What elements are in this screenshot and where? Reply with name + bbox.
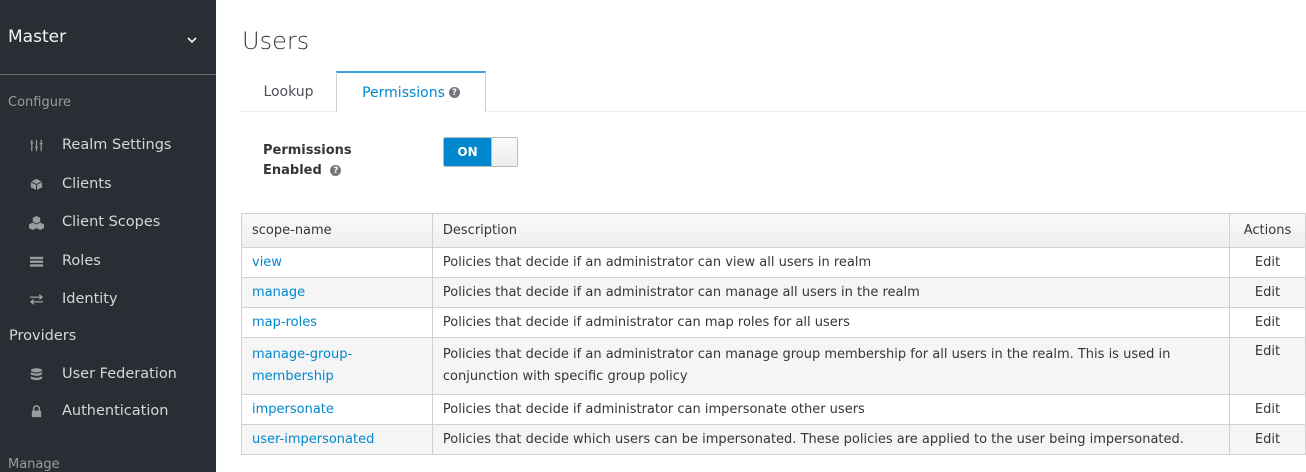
scope-cell: map-roles [241, 307, 433, 338]
realm-name: Master [8, 27, 67, 47]
database-icon [28, 366, 44, 382]
sidebar-item-label: Authentication [62, 403, 169, 419]
sidebar-item-roles[interactable]: Roles [0, 246, 216, 276]
main-content: Users Lookup Permissions ? Permissions E… [216, 0, 1306, 472]
permissions-label-line2: Enabled [263, 163, 322, 178]
cube-icon [28, 176, 44, 192]
permissions-enabled-label: Permissions Enabled ? [263, 141, 352, 181]
description-cell: Policies that decide which users can be … [431, 424, 1231, 455]
cubes-icon [28, 214, 44, 230]
tab-permissions[interactable]: Permissions ? [336, 71, 486, 113]
sidebar-item-label: Roles [62, 253, 101, 269]
page-title: Users [242, 27, 310, 55]
toggle-on-label: ON [444, 138, 491, 166]
scope-cell: user-impersonated [241, 424, 433, 455]
sidebar-item-label: Providers [9, 328, 77, 344]
description-cell: Policies that decide if an administrator… [431, 337, 1231, 395]
edit-button[interactable]: Edit [1229, 424, 1306, 455]
scope-link-manage[interactable]: manage [252, 285, 305, 300]
scope-link-line1: manage-group- [252, 347, 353, 362]
toggle-handle [491, 138, 517, 166]
description-cell: Policies that decide if an administrator… [431, 277, 1231, 308]
scope-cell: impersonate [241, 394, 433, 425]
table-row: map-roles Policies that decide if admini… [241, 307, 1306, 338]
table-row: manage Policies that decide if an admini… [241, 277, 1306, 308]
description-cell: Policies that decide if an administrator… [431, 247, 1231, 278]
column-header-description[interactable]: Description [431, 213, 1231, 248]
sidebar-item-label: Client Scopes [62, 214, 161, 230]
sidebar-item-providers[interactable]: Providers [0, 321, 216, 351]
sidebar-item-realm-settings[interactable]: Realm Settings [0, 130, 216, 160]
scope-link-line2: membership [252, 369, 334, 384]
table-row: user-impersonated Policies that decide w… [241, 424, 1306, 455]
column-header-scope-name[interactable]: scope-name [241, 213, 433, 248]
scope-cell: view [241, 247, 433, 278]
table-row: view Policies that decide if an administ… [241, 247, 1306, 278]
sidebar-item-label: Realm Settings [62, 137, 172, 153]
sidebar-item-label: Clients [62, 176, 112, 192]
scope-link-impersonate[interactable]: impersonate [252, 402, 334, 417]
permissions-label-line1: Permissions [263, 143, 352, 158]
table-row: manage-group-membership Policies that de… [241, 337, 1306, 395]
scope-cell: manage-group-membership [241, 337, 433, 395]
realm-selector[interactable]: Master [0, 0, 216, 75]
permissions-toggle[interactable]: ON [443, 137, 518, 167]
scope-link-user-impersonated[interactable]: user-impersonated [252, 432, 374, 447]
description-cell: Policies that decide if administrator ca… [431, 394, 1231, 425]
sidebar-item-user-federation[interactable]: User Federation [0, 359, 216, 389]
lock-icon [28, 403, 44, 419]
section-manage-title: Manage [8, 457, 60, 472]
sidebar-item-label: User Federation [62, 366, 177, 382]
edit-button[interactable]: Edit [1229, 337, 1306, 395]
description-line2: conjunction with specific group policy [442, 369, 688, 384]
edit-button[interactable]: Edit [1229, 277, 1306, 308]
sidebar-item-clients[interactable]: Clients [0, 169, 216, 199]
sidebar-item-label: Identity [62, 291, 118, 307]
description-line1: Policies that decide if an administrator… [442, 347, 1171, 362]
tab-bar: Lookup Permissions ? [241, 71, 1306, 113]
edit-button[interactable]: Edit [1229, 307, 1306, 338]
tab-label: Permissions [362, 84, 445, 101]
tab-lookup[interactable]: Lookup [241, 71, 336, 112]
edit-button[interactable]: Edit [1229, 394, 1306, 425]
scope-link-manage-group-membership[interactable]: manage-group-membership [252, 347, 352, 384]
chevron-down-icon [186, 31, 198, 44]
scope-cell: manage [241, 277, 433, 308]
exchange-icon [28, 291, 44, 307]
description-cell: Policies that decide if administrator ca… [431, 307, 1231, 338]
sidebar: Master Configure Realm Settings Clients … [0, 0, 216, 472]
sliders-icon [28, 137, 44, 153]
sidebar-item-identity[interactable]: Identity [0, 284, 216, 314]
scope-link-map-roles[interactable]: map-roles [252, 315, 317, 330]
help-icon[interactable]: ? [448, 87, 460, 98]
table-header-row: scope-name Description Actions [241, 213, 1306, 248]
permissions-table: scope-name Description Actions view Poli… [241, 213, 1306, 455]
help-icon[interactable]: ? [330, 165, 342, 176]
list-icon [28, 253, 44, 269]
column-header-actions: Actions [1229, 213, 1306, 248]
sidebar-item-authentication[interactable]: Authentication [0, 396, 216, 426]
tab-label: Lookup [263, 83, 314, 100]
sidebar-item-client-scopes[interactable]: Client Scopes [0, 207, 216, 237]
scope-link-view[interactable]: view [252, 255, 282, 270]
table-row: impersonate Policies that decide if admi… [241, 394, 1306, 425]
edit-button[interactable]: Edit [1229, 247, 1306, 278]
section-configure-title: Configure [8, 95, 72, 110]
